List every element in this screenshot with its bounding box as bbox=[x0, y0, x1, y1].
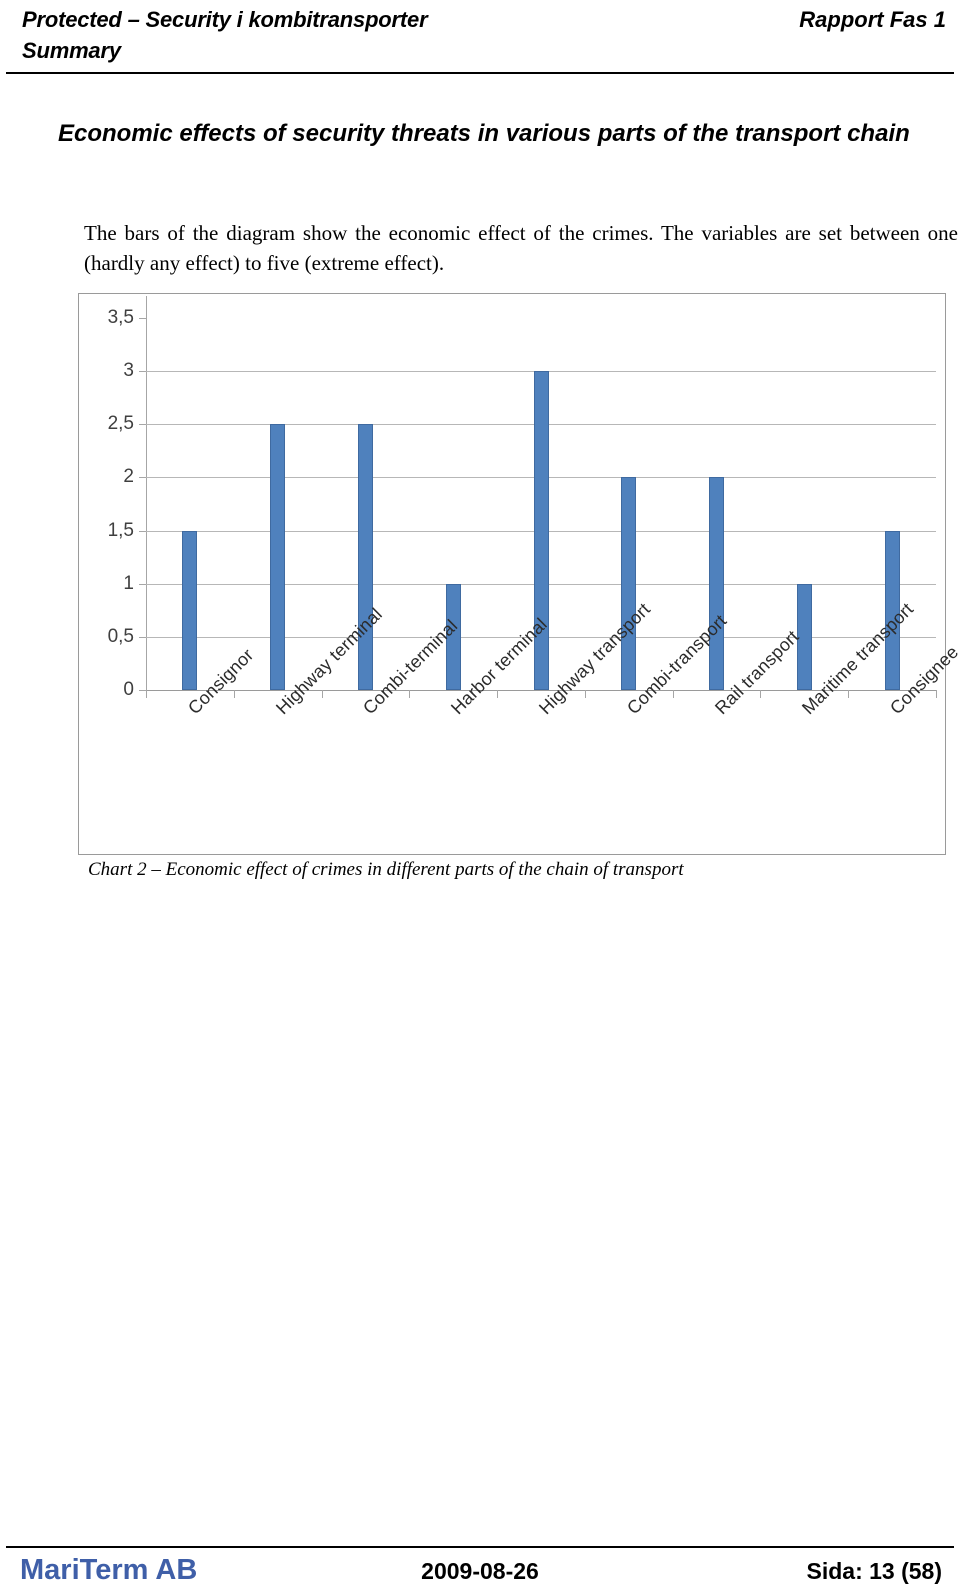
x-axis-tick-label: Rail transport bbox=[710, 626, 803, 719]
bar bbox=[357, 424, 373, 690]
bar bbox=[270, 424, 286, 690]
header-divider bbox=[6, 72, 954, 74]
bar bbox=[621, 477, 637, 690]
bar bbox=[709, 477, 725, 690]
header-document-title: Protected – Security i kombitransporter … bbox=[22, 7, 428, 63]
y-axis-tick-label: 0 bbox=[123, 679, 134, 700]
intro-paragraph: The bars of the diagram show the economi… bbox=[84, 221, 958, 275]
y-axis-line bbox=[146, 296, 147, 690]
x-axis-tick bbox=[936, 690, 937, 698]
x-axis-tick bbox=[848, 690, 850, 698]
page-header: Protected – Security i kombitransporter … bbox=[0, 0, 960, 78]
footer-page-number: Sida: 13 (58) bbox=[806, 1558, 943, 1584]
y-axis-tick bbox=[139, 318, 146, 319]
y-axis-tick-label: 2,5 bbox=[107, 413, 134, 435]
y-axis-tick bbox=[139, 477, 146, 479]
x-axis-tick bbox=[146, 690, 147, 698]
y-axis-tick bbox=[139, 583, 146, 585]
x-axis-tick bbox=[584, 690, 586, 698]
x-axis-tick bbox=[409, 690, 411, 698]
page-title: Economic effects of security threats in … bbox=[58, 120, 910, 147]
y-axis-tick-label: 3,5 bbox=[107, 307, 134, 328]
y-axis-tick-label: 0,5 bbox=[107, 625, 134, 647]
chart-figure: 0 0,5 1 1,5 2 2,5 3 3,5 Consignor Highway termin… bbox=[78, 293, 960, 855]
chart-caption: Chart 2 – Economic effect of crimes in d… bbox=[88, 859, 684, 880]
footer-divider bbox=[6, 1546, 954, 1548]
y-axis-tick-label: 1,5 bbox=[107, 519, 134, 541]
bar bbox=[182, 530, 198, 690]
y-axis-tick bbox=[139, 371, 146, 373]
y-axis-tick bbox=[139, 690, 146, 691]
y-axis-tick bbox=[139, 530, 146, 532]
x-axis-tick bbox=[321, 690, 323, 698]
x-axis-tick bbox=[672, 690, 674, 698]
y-axis-tick-label: 2 bbox=[123, 466, 134, 488]
y-axis-tick bbox=[139, 424, 146, 426]
y-axis-tick bbox=[139, 636, 146, 638]
y-axis-tick-label: 3 bbox=[123, 360, 134, 382]
page-footer: MariTerm AB 2009-08-26 Sida: 13 (58) bbox=[0, 1552, 960, 1590]
header-report-label: Rapport Fas 1 bbox=[799, 7, 946, 32]
x-axis-tick bbox=[497, 690, 499, 698]
chart-plot-area: 0 0,5 1 1,5 2 2,5 3 3,5 Consignor Highway termin… bbox=[108, 296, 960, 718]
x-axis-tick bbox=[760, 690, 762, 698]
x-axis-tick bbox=[233, 690, 235, 698]
y-axis-tick-label: 1 bbox=[123, 572, 134, 594]
